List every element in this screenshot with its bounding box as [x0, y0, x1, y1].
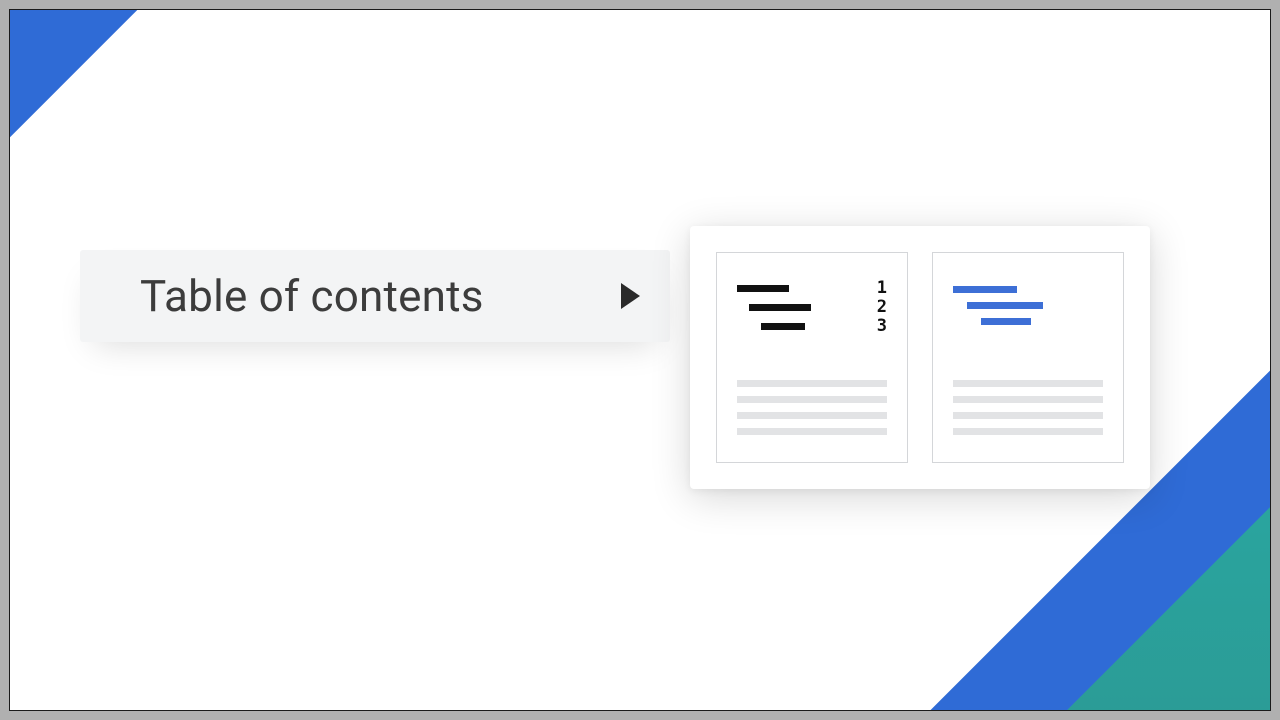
toc-preview-links [953, 277, 1103, 334]
toc-style-option-links[interactable] [932, 252, 1124, 463]
menu-item-label: Table of contents [140, 270, 621, 322]
doc-body-placeholder [737, 353, 887, 444]
canvas: Table of contents 1 2 3 [9, 9, 1271, 711]
toc-style-option-numbered[interactable]: 1 2 3 [716, 252, 908, 463]
toc-number-2: 2 [877, 299, 887, 316]
toc-preview-numbered: 1 2 3 [737, 277, 887, 337]
submenu-arrow-icon [621, 283, 640, 309]
toc-style-flyout: 1 2 3 [690, 226, 1150, 489]
toc-number-3: 3 [877, 318, 887, 335]
decorative-ribbon-top-left [9, 9, 137, 137]
toc-number-1: 1 [877, 280, 887, 297]
doc-body-placeholder [953, 353, 1103, 444]
menu-item-table-of-contents[interactable]: Table of contents [80, 250, 670, 342]
